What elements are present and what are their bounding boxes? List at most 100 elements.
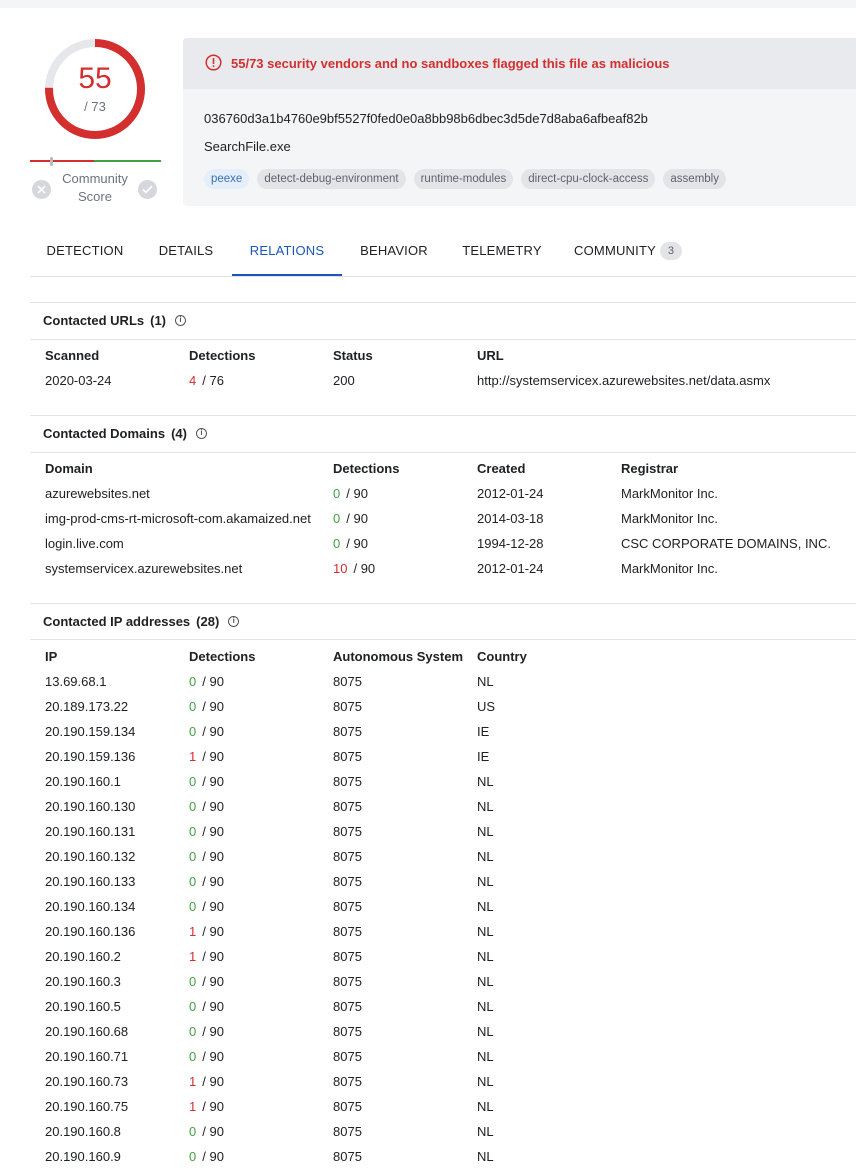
table-row[interactable]: 20.190.160.1 0 / 90 8075 NL bbox=[45, 774, 856, 799]
domain-cell[interactable]: img-prod-cms-rt-microsoft-com.akamaized.… bbox=[45, 511, 311, 526]
ip-cell[interactable]: 20.190.160.136 bbox=[45, 924, 135, 939]
info-icon[interactable] bbox=[228, 616, 240, 627]
table-row[interactable]: 20.190.160.3 0 / 90 8075 NL bbox=[45, 974, 856, 999]
asn-cell: 8075 bbox=[333, 774, 362, 789]
ip-cell[interactable]: 20.190.160.8 bbox=[45, 1124, 121, 1139]
asn-cell: 8075 bbox=[333, 849, 362, 864]
community-upvote-icon[interactable] bbox=[138, 180, 157, 199]
table-header: IP Detections Autonomous System Country bbox=[45, 649, 527, 664]
table-row[interactable]: 13.69.68.1 0 / 90 8075 NL bbox=[45, 674, 856, 699]
table-row[interactable]: azurewebsites.net 0 / 90 2012-01-24 MarkMoni… bbox=[45, 486, 856, 511]
detections-cell: 0 / 90 bbox=[189, 874, 224, 889]
ip-cell[interactable]: 20.190.160.2 bbox=[45, 949, 121, 964]
table-row[interactable]: systemservicex.azurewebsites.net 10 / 90 20… bbox=[45, 561, 856, 586]
domain-cell[interactable]: login.live.com bbox=[45, 536, 124, 551]
tag-direct-cpu-clock-access[interactable]: direct-cpu-clock-access bbox=[521, 169, 656, 189]
asn-cell: 8075 bbox=[333, 724, 362, 739]
ip-cell[interactable]: 20.190.160.9 bbox=[45, 1149, 121, 1164]
country-cell: NL bbox=[477, 774, 494, 789]
asn-cell: 8075 bbox=[333, 874, 362, 889]
tab-community[interactable]: COMMUNITY 3 bbox=[558, 230, 698, 276]
ip-cell[interactable]: 20.190.159.136 bbox=[45, 749, 135, 764]
ip-cell[interactable]: 20.190.160.68 bbox=[45, 1024, 128, 1039]
ip-cell[interactable]: 20.190.160.75 bbox=[45, 1099, 128, 1114]
table-row[interactable]: 20.190.160.75 1 / 90 8075 NL bbox=[45, 1099, 856, 1124]
table-row[interactable]: 20.190.160.130 0 / 90 8075 NL bbox=[45, 799, 856, 824]
ip-cell[interactable]: 20.190.160.1 bbox=[45, 774, 121, 789]
ip-cell[interactable]: 20.190.160.71 bbox=[45, 1049, 128, 1064]
detections-cell: 0 / 90 bbox=[189, 799, 224, 814]
table-row[interactable]: 20.190.160.71 0 / 90 8075 NL bbox=[45, 1049, 856, 1074]
tab-behavior[interactable]: BEHAVIOR bbox=[342, 230, 446, 276]
tab-detection[interactable]: DETECTION bbox=[30, 230, 140, 276]
info-icon[interactable] bbox=[175, 315, 187, 326]
ip-cell[interactable]: 20.190.160.131 bbox=[45, 824, 135, 839]
file-hash[interactable]: 036760d3a1b4760e9bf5527f0fed0e0a8bb98b6d… bbox=[204, 111, 648, 126]
asn-cell: 8075 bbox=[333, 899, 362, 914]
detections-cell: 1 / 90 bbox=[189, 924, 224, 939]
table-row[interactable]: login.live.com 0 / 90 1994-12-28 CSC CORPORA… bbox=[45, 536, 856, 561]
tab-community-label: COMMUNITY bbox=[574, 243, 656, 258]
detection-total: / 90 bbox=[202, 1124, 224, 1139]
table-row[interactable]: 20.190.160.134 0 / 90 8075 NL bbox=[45, 899, 856, 924]
table-row[interactable]: 20.190.160.73 1 / 90 8075 NL bbox=[45, 1074, 856, 1099]
created-cell: 2012-01-24 bbox=[477, 486, 544, 501]
country-cell: IE bbox=[477, 724, 490, 739]
country-cell: NL bbox=[477, 924, 494, 939]
table-row[interactable]: 20.190.160.132 0 / 90 8075 NL bbox=[45, 849, 856, 874]
table-row[interactable]: 20.190.160.9 0 / 90 8075 NL bbox=[45, 1149, 856, 1174]
info-icon[interactable] bbox=[195, 428, 207, 439]
tab-relations[interactable]: RELATIONS bbox=[232, 230, 342, 276]
report-tabs: DETECTION DETAILS RELATIONS BEHAVIOR TEL… bbox=[30, 230, 856, 277]
community-downvote-icon[interactable] bbox=[32, 180, 51, 199]
detections-cell: 0 / 90 bbox=[189, 674, 224, 689]
asn-cell: 8075 bbox=[333, 1149, 362, 1164]
table-row[interactable]: img-prod-cms-rt-microsoft-com.akamaized.… bbox=[45, 511, 856, 536]
tag-assembly[interactable]: assembly bbox=[663, 169, 726, 189]
asn-cell: 8075 bbox=[333, 999, 362, 1014]
ip-cell[interactable]: 13.69.68.1 bbox=[45, 674, 106, 689]
asn-cell: 8075 bbox=[333, 699, 362, 714]
detection-score-gauge: 55 / 73 bbox=[42, 36, 148, 142]
ip-cell[interactable]: 20.190.160.133 bbox=[45, 874, 135, 889]
table-row[interactable]: 20.190.160.68 0 / 90 8075 NL bbox=[45, 1024, 856, 1049]
table-row[interactable]: 20.190.159.136 1 / 90 8075 IE bbox=[45, 749, 856, 774]
table-row[interactable]: 20.190.160.133 0 / 90 8075 NL bbox=[45, 874, 856, 899]
ip-cell[interactable]: 20.190.160.130 bbox=[45, 799, 135, 814]
domain-cell[interactable]: systemservicex.azurewebsites.net bbox=[45, 561, 242, 576]
divider bbox=[30, 302, 856, 303]
ip-cell[interactable]: 20.190.160.73 bbox=[45, 1074, 128, 1089]
table-row[interactable]: 20.190.160.8 0 / 90 8075 NL bbox=[45, 1124, 856, 1149]
contacted-urls-count: (1) bbox=[150, 313, 167, 328]
ip-cell[interactable]: 20.190.159.134 bbox=[45, 724, 135, 739]
score-positives: 55 bbox=[78, 62, 112, 95]
table-row[interactable]: 20.190.160.5 0 / 90 8075 NL bbox=[45, 999, 856, 1024]
table-row[interactable]: 20.190.160.131 0 / 90 8075 NL bbox=[45, 824, 856, 849]
tab-details[interactable]: DETAILS bbox=[140, 230, 232, 276]
detection-count: 0 bbox=[189, 1049, 197, 1064]
domain-cell[interactable]: azurewebsites.net bbox=[45, 486, 150, 501]
contacted-domains-table: Domain Detections Created Registrar azur… bbox=[45, 461, 856, 586]
contacted-ips-table: IP Detections Autonomous System Country … bbox=[45, 649, 856, 1174]
table-row[interactable]: 20.190.160.2 1 / 90 8075 NL bbox=[45, 949, 856, 974]
table-row[interactable]: 20.190.160.136 1 / 90 8075 NL bbox=[45, 924, 856, 949]
tag-detect-debug-environment[interactable]: detect-debug-environment bbox=[257, 169, 406, 189]
ip-cell[interactable]: 20.190.160.132 bbox=[45, 849, 135, 864]
ip-cell[interactable]: 20.189.173.22 bbox=[45, 699, 128, 714]
ip-cell[interactable]: 20.190.160.134 bbox=[45, 899, 135, 914]
table-row[interactable]: 2020-03-24 4/ 76 200 http://systemservic… bbox=[45, 373, 856, 398]
detection-total: / 90 bbox=[202, 699, 224, 714]
detections-cell: 0 / 90 bbox=[189, 1149, 224, 1164]
tab-telemetry[interactable]: TELEMETRY bbox=[446, 230, 558, 276]
tag-peexe[interactable]: peexe bbox=[204, 169, 250, 189]
table-row[interactable]: 20.189.173.22 0 / 90 8075 US bbox=[45, 699, 856, 724]
ip-cell[interactable]: 20.190.160.3 bbox=[45, 974, 121, 989]
table-row[interactable]: 20.190.159.134 0 / 90 8075 IE bbox=[45, 724, 856, 749]
ip-cell[interactable]: 20.190.160.5 bbox=[45, 999, 121, 1014]
detection-total: / 90 bbox=[202, 1149, 224, 1164]
contacted-domains-count: (4) bbox=[171, 426, 187, 441]
url-link[interactable]: http://systemservicex.azurewebsites.net/… bbox=[477, 373, 770, 388]
detection-total: / 90 bbox=[202, 1074, 224, 1089]
detection-count: 0 bbox=[189, 1149, 197, 1164]
tag-runtime-modules[interactable]: runtime-modules bbox=[413, 169, 514, 189]
